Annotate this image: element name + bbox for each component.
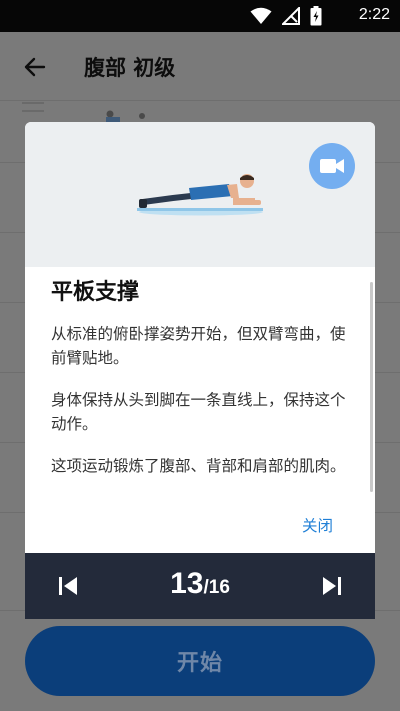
skip-next-icon[interactable]: [321, 575, 343, 597]
signal-icon: [282, 7, 300, 25]
wifi-icon: [250, 7, 272, 24]
list-divider: [0, 100, 400, 101]
description-paragraph: 身体保持从头到脚在一条直线上，保持这个动作。: [51, 391, 346, 433]
description-scrollbar[interactable]: [370, 282, 373, 492]
page-title: 腹部 初级: [84, 56, 176, 80]
back-arrow-icon[interactable]: [22, 54, 48, 80]
status-icons: [250, 6, 322, 26]
video-button[interactable]: [309, 143, 355, 189]
total-exercise-count: /16: [203, 577, 230, 598]
exercise-navigation-bar: 13/16: [25, 553, 375, 619]
start-button[interactable]: 开始: [25, 626, 375, 696]
description-paragraph: 从标准的俯卧撑姿势开始，但双臂弯曲，使前臂贴地。: [51, 325, 346, 367]
plank-figure-illustration: [137, 174, 263, 216]
close-button[interactable]: 关闭: [302, 514, 333, 536]
battery-icon: [310, 6, 322, 26]
exercise-info-dialog: 平板支撑 从标准的俯卧撑姿势开始，但双臂弯曲，使前臂贴地。 身体保持从头到脚在一…: [25, 122, 375, 619]
status-time: 2:22: [358, 6, 390, 23]
current-exercise-number: 13: [170, 567, 204, 600]
exercise-description: 从标准的俯卧撑姿势开始，但双臂弯曲，使前臂贴地。 身体保持从头到脚在一条直线上，…: [51, 322, 351, 496]
exercise-illustration-area: [25, 122, 375, 267]
exercise-title: 平板支撑: [51, 280, 140, 305]
drag-handle-icon: [22, 102, 44, 112]
description-paragraph: 这项运动锻炼了腹部、背部和肩部的肌肉。: [51, 457, 346, 475]
video-camera-icon: [320, 159, 344, 173]
app-bar: 腹部 初级: [0, 32, 400, 100]
status-bar: 2:22: [0, 0, 400, 32]
